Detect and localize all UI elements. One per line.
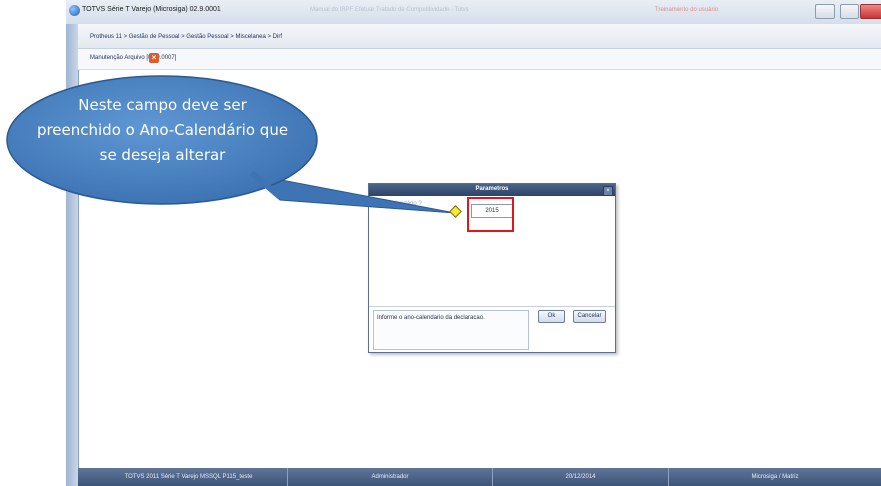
callout-pointer [253,174,456,214]
status-branch: Microsiga / Matriz [751,474,799,480]
maximize-button[interactable] [840,4,859,19]
routine-close-icon[interactable]: × [149,53,159,63]
window-title-faded-badge: Treinamento do usuário [655,7,719,13]
ok-button[interactable]: Ok [538,310,565,323]
field-highlight-box [467,197,514,232]
close-window-button[interactable] [860,4,881,19]
callout-text: Neste campo deve ser preenchido o Ano-Ca… [36,96,289,164]
app-logo-icon [69,5,80,16]
status-user: Administrador [288,468,493,486]
window-title-faded-text: Manual do IRPF Efetuar Tratado de Compet… [310,7,469,13]
window-title: TOTVS Série T Varejo (Microsiga) 02.9.00… [82,6,221,13]
help-text: Informe o ano-calendario da declaracao. [377,315,485,321]
minimize-button[interactable] [815,4,835,19]
routine-tab-label[interactable]: Manutenção Arquivo [02.9.0007] [90,55,176,61]
dialog-close-icon[interactable]: × [603,186,613,196]
cancel-button[interactable]: Cancelar [573,310,606,323]
dialog-divider [369,306,615,307]
routine-tab-bar [78,49,881,70]
breadcrumb[interactable]: Protheus 11 > Gestão de Pessoal > Gestão… [90,34,282,40]
status-environment: TOTVS 2011 Série T Varejo MSSQL P115_tes… [90,468,288,486]
status-date: 20/12/2014 [493,468,669,486]
